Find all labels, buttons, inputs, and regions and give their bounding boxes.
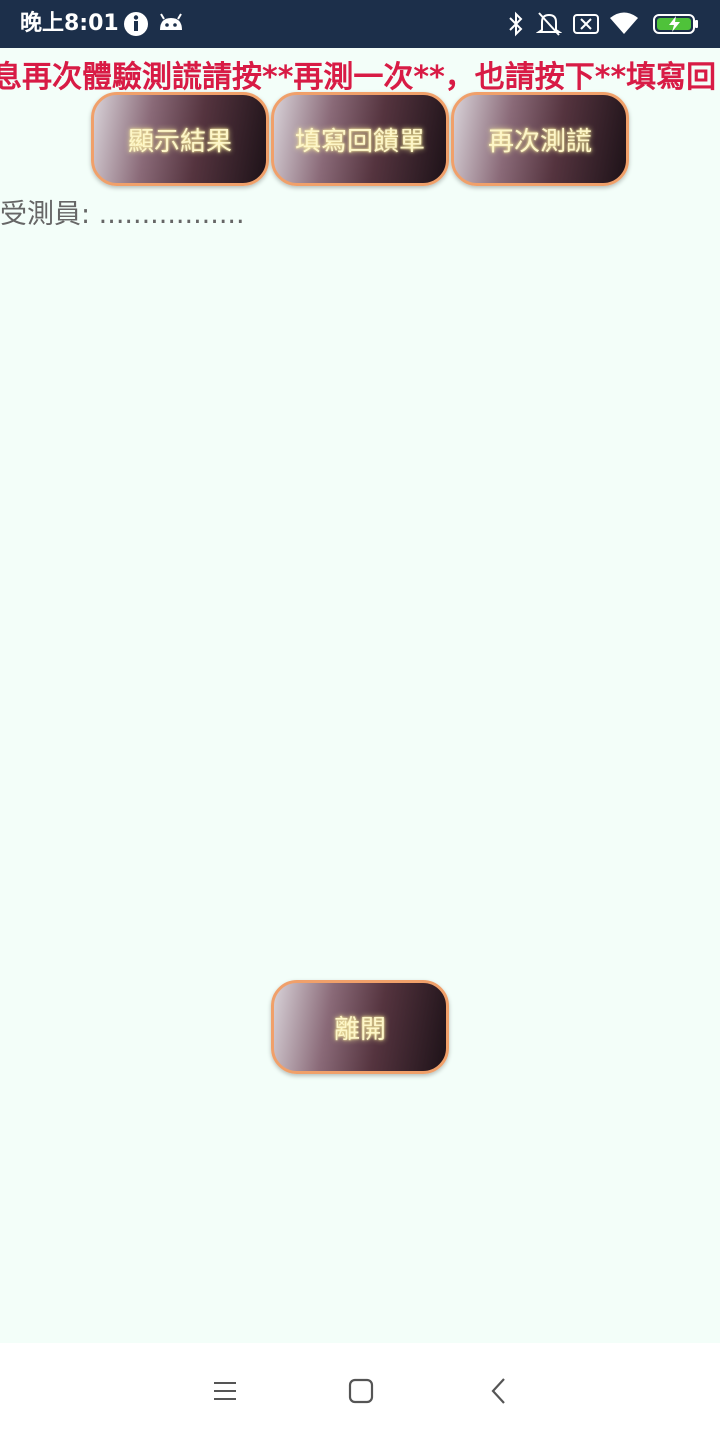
navigation-bar: [0, 1343, 720, 1440]
battery-charging-icon: [653, 14, 698, 34]
home-square-icon[interactable]: [347, 1373, 375, 1409]
main-content: 息再次體驗測謊請按**再測一次**，也請按下**填寫回 顯示結果 填寫回饋單 再…: [0, 48, 720, 1343]
android-icon: [160, 13, 182, 30]
feedback-button[interactable]: 填寫回饋單: [271, 92, 449, 186]
show-result-button[interactable]: 顯示結果: [91, 92, 269, 186]
status-bar: 晚上8:01: [0, 0, 720, 48]
sim-x-icon: [573, 14, 599, 34]
wifi-icon: [610, 12, 638, 34]
status-time: 晚上8:01: [20, 11, 119, 36]
notifications-off-icon: [536, 12, 562, 36]
bluetooth-icon: [509, 11, 523, 37]
info-icon: [124, 12, 148, 36]
tester-label: 受測員: .................: [0, 199, 245, 230]
leave-button[interactable]: 離開: [271, 980, 449, 1074]
back-chevron-icon[interactable]: [488, 1373, 510, 1409]
marquee-notice: 息再次體驗測謊請按**再測一次**，也請按下**填寫回: [0, 60, 717, 95]
menu-icon[interactable]: [212, 1373, 238, 1409]
retest-button[interactable]: 再次測謊: [451, 92, 629, 186]
